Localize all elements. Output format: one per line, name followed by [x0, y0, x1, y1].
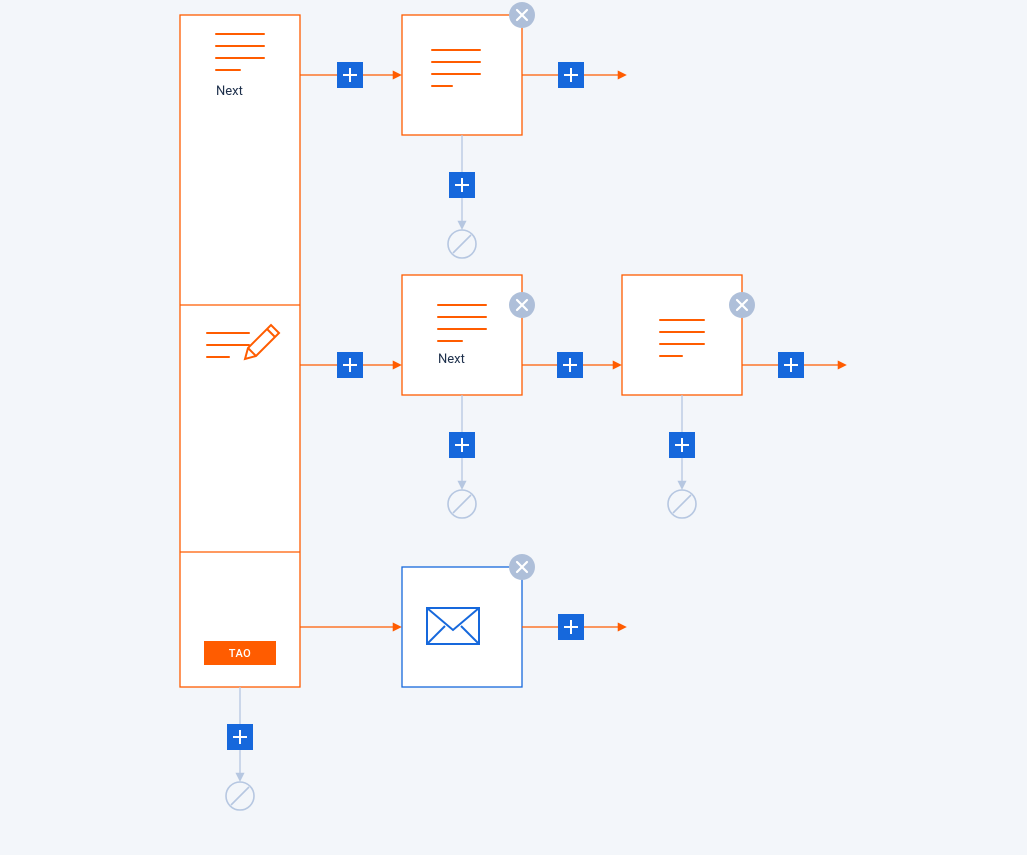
plus-button[interactable]	[337, 352, 363, 378]
no-entry-icon	[448, 230, 476, 258]
close-icon[interactable]	[509, 2, 535, 28]
plus-button[interactable]	[669, 432, 695, 458]
flow-diagram: Next TAO	[0, 0, 1027, 855]
row1-node[interactable]	[402, 2, 535, 135]
plus-button[interactable]	[558, 614, 584, 640]
plus-button[interactable]	[557, 352, 583, 378]
row2-node-b[interactable]	[622, 275, 755, 395]
close-icon[interactable]	[729, 292, 755, 318]
root-stack-node[interactable]: Next TAO	[180, 15, 300, 687]
plus-button[interactable]	[337, 62, 363, 88]
row3-mail-node[interactable]	[402, 554, 535, 687]
root-seg1-label: Next	[216, 84, 243, 99]
plus-button[interactable]	[449, 432, 475, 458]
plus-button[interactable]	[778, 352, 804, 378]
plus-button[interactable]	[449, 172, 475, 198]
close-icon[interactable]	[509, 554, 535, 580]
tao-badge: TAO	[204, 641, 276, 665]
close-icon[interactable]	[509, 292, 535, 318]
svg-text:TAO: TAO	[229, 647, 252, 660]
plus-button[interactable]	[227, 724, 253, 750]
row2-node-a[interactable]: Next	[402, 275, 535, 395]
no-entry-icon	[226, 782, 254, 810]
no-entry-icon	[448, 490, 476, 518]
no-entry-icon	[668, 490, 696, 518]
plus-button[interactable]	[558, 62, 584, 88]
row2-node-a-label: Next	[438, 352, 465, 367]
